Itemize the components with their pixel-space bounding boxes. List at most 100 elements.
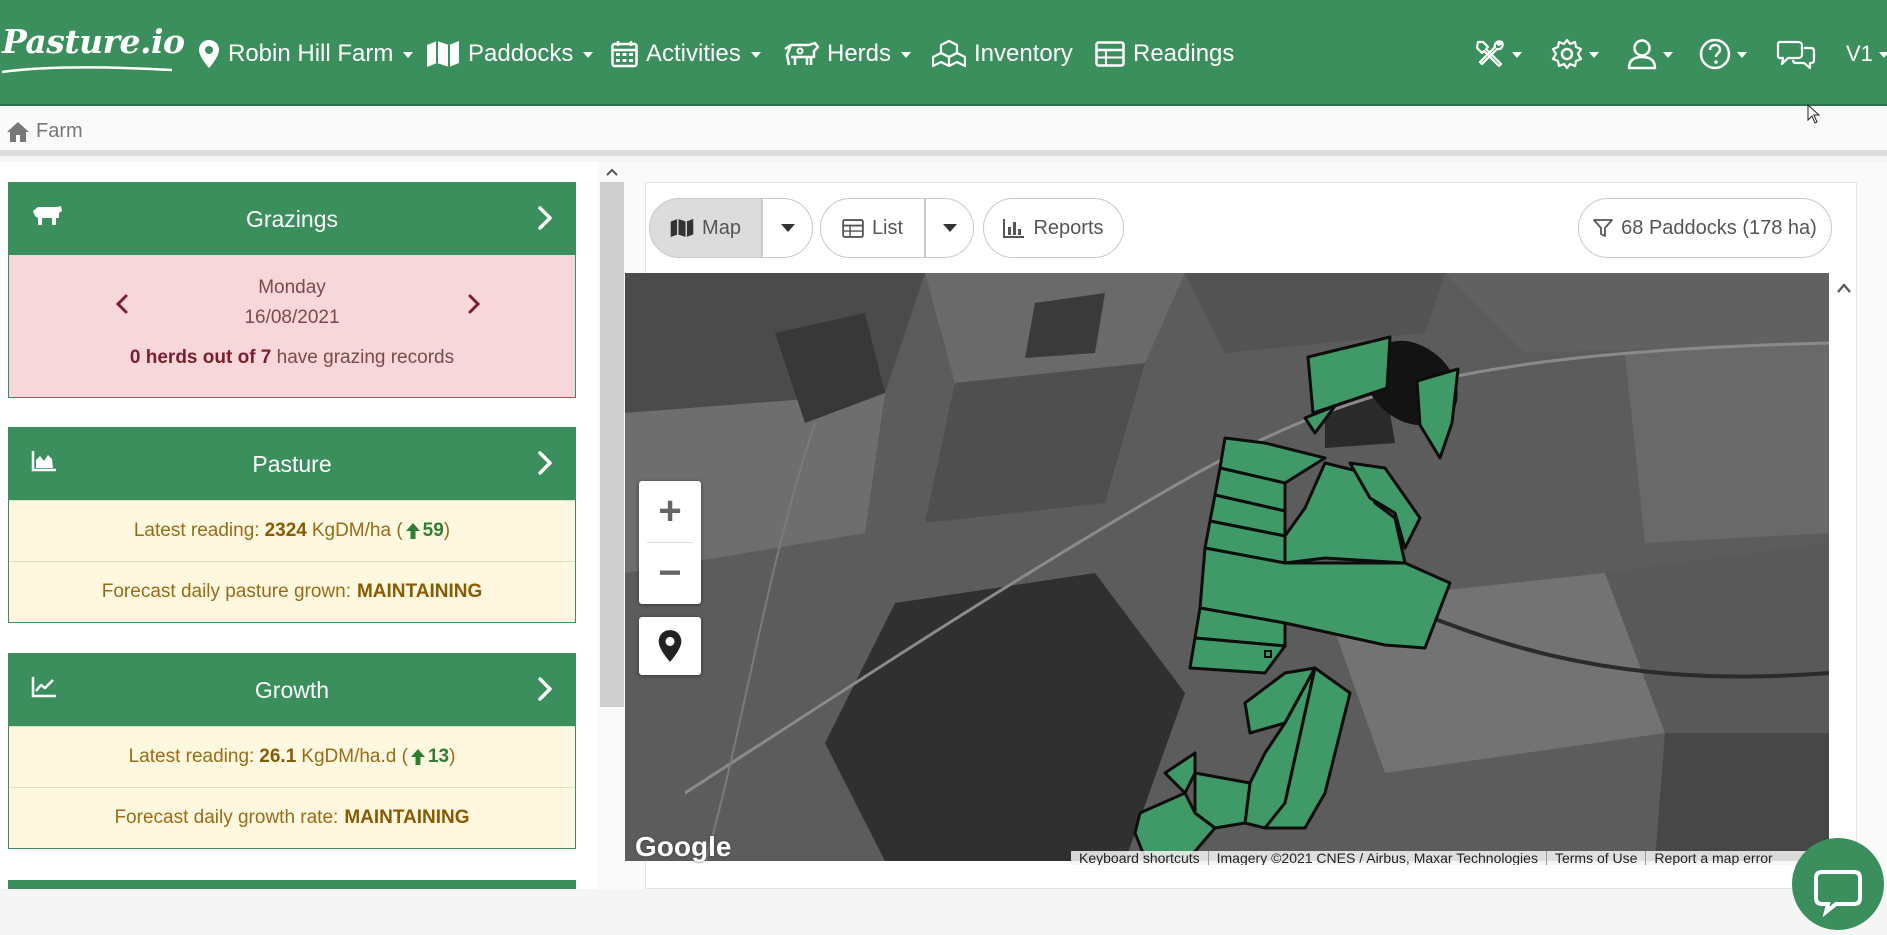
grazings-card: Grazings Monday 16/08/2021 0 herds out o… [8,182,576,398]
table-icon [1095,41,1125,67]
zoom-out-button[interactable]: − [639,543,701,604]
farm-summary-panel: Grazings Monday 16/08/2021 0 herds out o… [0,162,597,889]
pasture-forecast: Forecast daily pasture grown: MAINTAININ… [9,561,575,622]
paddock-filter-label: 68 Paddocks (178 ha) [1621,216,1817,239]
nav-paddocks-label: Paddocks [468,40,574,67]
chevron-down-icon [901,52,912,58]
satellite-imagery [625,273,1829,861]
pasture-latest-change: 59 [422,520,444,541]
arrow-up-icon [410,749,425,765]
pasture-card-header[interactable]: Pasture [9,428,575,500]
support-chat-button[interactable] [1792,838,1884,930]
reports-label: Reports [1033,216,1104,239]
farm-name: Robin Hill Farm [228,40,394,67]
chevron-down-icon [1589,52,1599,58]
terms-of-use-link[interactable]: Terms of Use [1545,851,1645,865]
grazings-card-body: Monday 16/08/2021 0 herds out of 7 have … [9,255,575,397]
pasture-latest-label: Latest reading: [133,520,260,541]
growth-title: Growth [254,676,330,703]
pasture-card: Pasture Latest reading: 2324 KgDM/ha ( 5… [8,427,576,623]
mouse-cursor-icon [1807,104,1821,124]
growth-forecast-label: Forecast daily growth rate: [114,807,339,828]
cow-icon [784,41,819,66]
pasture-forecast-label: Forecast daily pasture grown: [101,581,351,602]
chevron-down-icon [1737,52,1747,58]
chevron-down-icon [583,52,594,58]
farm-selector[interactable]: Robin Hill Farm [198,34,414,74]
growth-forecast: Forecast daily growth rate: MAINTAINING [9,787,575,848]
help-menu[interactable] [1699,34,1747,74]
nav-activities[interactable]: Activities [611,34,761,74]
chevron-right-icon [538,206,552,230]
pasture-close-paren: ) [443,520,451,541]
nav-herds-label: Herds [827,40,892,67]
nav-herds[interactable]: Herds [781,34,912,74]
chevron-right-icon [538,677,552,701]
version-label: V1 [1846,41,1873,66]
calendar-icon [611,41,638,68]
chevron-down-icon [942,224,957,232]
boxes-icon [932,39,966,68]
growth-latest-label: Latest reading: [128,746,255,767]
report-map-error-link[interactable]: Report a map error [1645,851,1780,865]
chat-icon [1776,40,1816,70]
list-view-label: List [871,216,904,239]
pasture-forecast-value: MAINTAINING [356,581,483,602]
growth-forecast-value: MAINTAINING [344,807,470,828]
chevron-down-icon [750,52,761,58]
brand-logo[interactable]: Pasture.io [2,22,185,61]
paddock-filter-button[interactable]: 68 Paddocks (178 ha) [1578,198,1832,258]
next-card-header[interactable] [8,880,576,889]
keyboard-shortcuts-link[interactable]: Keyboard shortcuts [1071,851,1208,865]
map-view-button[interactable]: Map [649,198,762,258]
chevron-right-icon[interactable] [467,293,481,315]
top-navbar: Pasture.io Robin Hill Farm Paddocks Acti… [0,0,1887,106]
zoom-in-button[interactable]: + [639,481,701,542]
breadcrumb[interactable]: Farm [6,120,83,143]
brand-swoosh-icon [1,66,173,74]
growth-latest-value: 26.1 [259,746,297,767]
chat-icon [1814,870,1862,918]
gear-icon [1551,38,1583,70]
messages-button[interactable] [1776,34,1816,74]
scrollbar-thumb[interactable] [600,182,624,707]
pasture-latest-reading: Latest reading: 2324 KgDM/ha ( 59 ) [9,500,575,561]
tools-menu[interactable] [1474,34,1522,74]
table-icon [842,218,864,238]
growth-latest-unit: KgDM/ha.d ( [301,746,408,767]
map-scroll-up-arrow[interactable] [1830,273,1858,303]
pasture-latest-value: 2324 [264,520,307,541]
breadcrumb-home: Farm [36,120,83,142]
folded-map-icon [427,41,459,67]
growth-card: Growth Latest reading: 26.1 KgDM/ha.d ( … [8,653,576,849]
grazings-card-header[interactable]: Grazings [9,183,575,255]
settings-menu[interactable] [1551,34,1599,74]
filter-icon [1593,219,1614,237]
scroll-up-arrow[interactable] [600,162,624,182]
map-pin-icon [199,40,219,68]
user-menu[interactable] [1627,34,1673,74]
user-icon [1627,39,1657,70]
satellite-map[interactable] [625,273,1829,861]
grazings-title: Grazings [245,205,339,232]
version-menu[interactable]: V1 [1846,34,1887,74]
growth-card-header[interactable]: Growth [9,654,575,726]
chevron-up-icon [606,168,618,176]
list-view-button[interactable]: List [820,198,925,258]
nav-paddocks[interactable]: Paddocks [426,34,594,74]
chevron-down-icon [1512,52,1522,58]
imagery-credit: Imagery ©2021 CNES / Airbus, Maxar Techn… [1207,851,1546,865]
chevron-down-icon [1878,52,1887,58]
nav-readings[interactable]: Readings [1095,34,1234,74]
chevron-down-icon [1663,52,1673,58]
line-chart-icon [31,677,56,698]
reports-button[interactable]: Reports [983,198,1124,258]
growth-latest-change: 13 [427,746,450,767]
locate-button[interactable] [639,617,701,675]
bar-chart-icon [1003,219,1025,238]
grazing-summary: 0 herds out of 7 have grazing records [9,347,575,369]
nav-inventory[interactable]: Inventory [932,34,1073,74]
map-attribution: Keyboard shortcuts Imagery ©2021 CNES / … [1071,851,1829,865]
chevron-down-icon [780,224,795,232]
cow-icon [33,206,62,225]
